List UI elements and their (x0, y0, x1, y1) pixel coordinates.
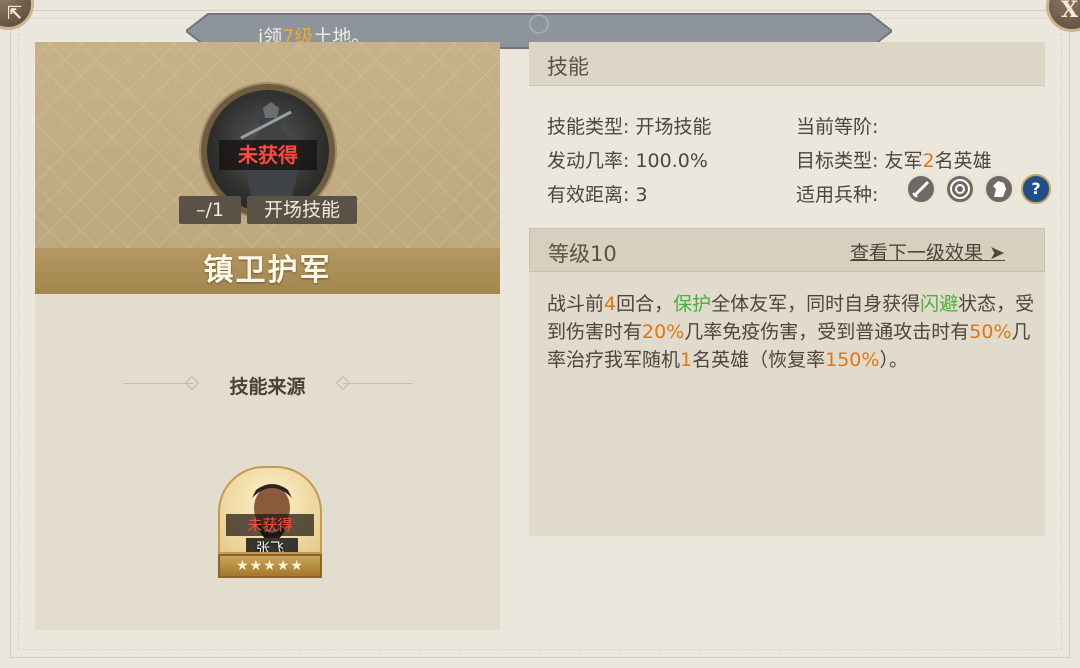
level-label: 等级10 (548, 242, 617, 266)
skill-type-tag: 开场技能 (247, 196, 357, 224)
range-attr: 有效距离: 3 (547, 184, 648, 206)
skill-card-background: 未获得 –/1 开场技能 (35, 42, 500, 248)
skill-description: 战斗前4回合，保护全体友军，同时自身获得闪避状态，受到伤害时有20%几率免疫伤害… (547, 293, 1035, 371)
description-box: 战斗前4回合，保护全体友军，同时自身获得闪避状态，受到伤害时有20%几率免疫伤害… (529, 272, 1045, 536)
skill-title-bar: 镇卫护军 (35, 248, 500, 294)
skill-type-attr: 技能类型: 开场技能 (547, 116, 712, 138)
close-icon: X (1061, 0, 1079, 23)
question-icon[interactable]: ? (1021, 174, 1051, 204)
target-attr: 目标类型: 友军2名英雄 (796, 150, 992, 172)
target-icon[interactable] (945, 174, 975, 204)
troop-type-attr: 适用兵种: (796, 184, 879, 206)
rank-attr: 当前等阶: (796, 116, 879, 138)
hero-stars: ★★★★★ (218, 554, 322, 578)
sword-icon[interactable] (906, 174, 936, 204)
share-icon: ⇱ (7, 3, 23, 24)
hero-card[interactable]: 未获得 张飞 ★★★★★ (218, 466, 322, 578)
hero-portrait: 未获得 张飞 (218, 466, 322, 554)
next-level-link[interactable]: 查看下一级效果 ➤ (850, 238, 1005, 265)
skill-info-header: 技能 (529, 42, 1045, 86)
level-bar: 等级10 查看下一级效果 ➤ (529, 228, 1045, 272)
skill-status-badge: 未获得 (219, 140, 317, 170)
skill-name: 镇卫护军 (203, 253, 332, 288)
skill-source-heading: 技能来源 (229, 376, 306, 398)
skill-panel: 未获得 –/1 开场技能 镇卫护军 技能来源 未获得 张飞 ★★★★★ (35, 42, 500, 630)
skill-info-title: 技能 (547, 55, 589, 79)
skill-count-tag: –/1 (179, 196, 241, 224)
trigger-rate-attr: 发动几率: 100.0% (547, 150, 708, 172)
divider-right (343, 383, 413, 384)
horse-icon[interactable] (984, 174, 1014, 204)
hero-status-badge: 未获得 (226, 514, 314, 536)
hero-name: 张飞 (256, 541, 284, 554)
